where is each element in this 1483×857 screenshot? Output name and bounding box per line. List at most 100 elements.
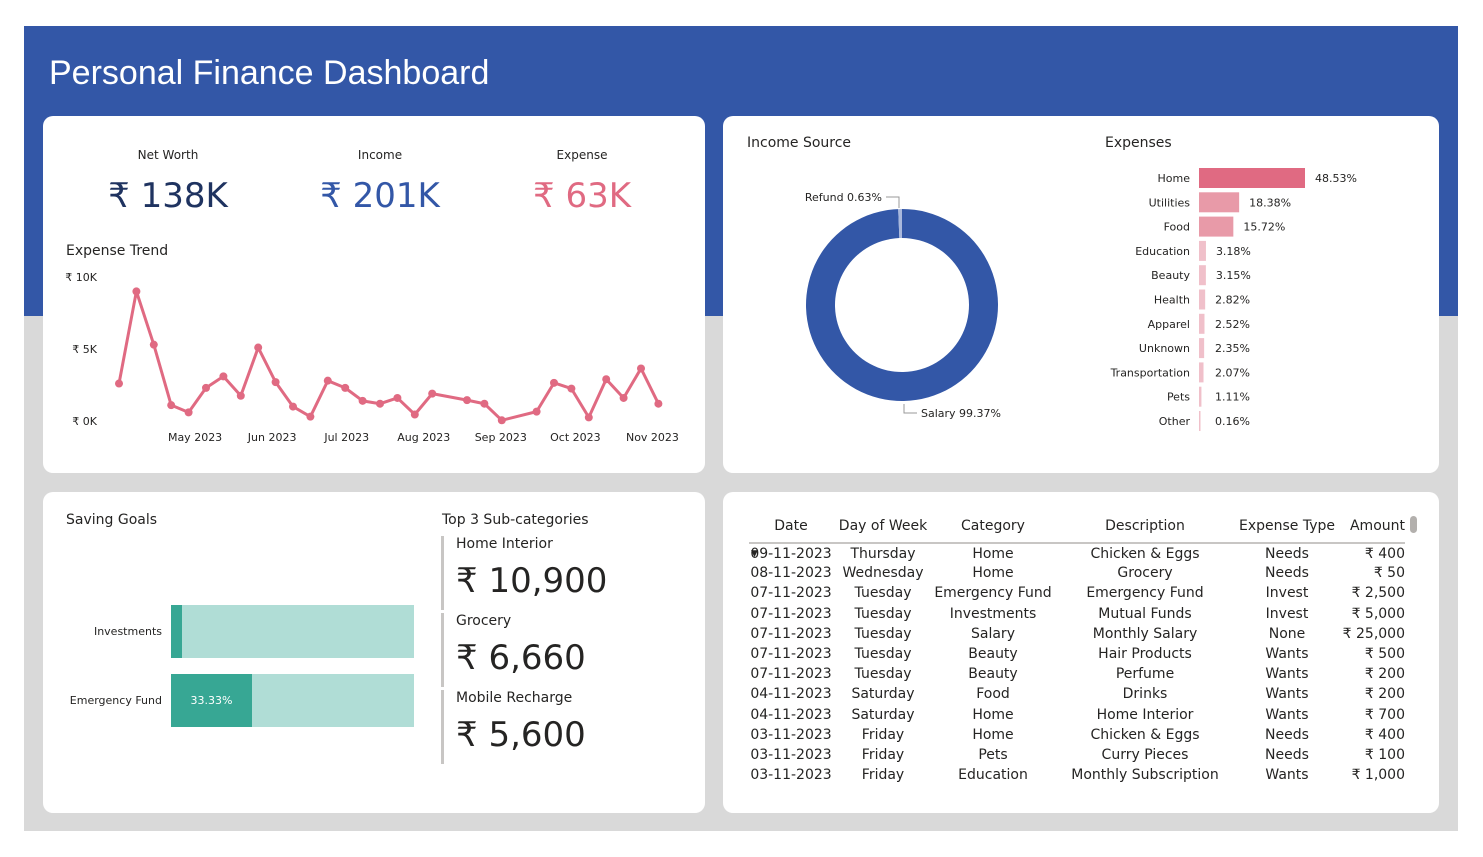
expense-category-label: Health bbox=[1154, 294, 1190, 307]
column-header-label: Description bbox=[1105, 518, 1185, 534]
expense-bar-label: 1.11% bbox=[1215, 391, 1250, 404]
table-cell: Wants bbox=[1265, 706, 1309, 723]
column-header-label: Category bbox=[961, 518, 1025, 534]
table-row[interactable]: 03-11-2023 Friday Pets Curry Pieces Needs ₹ 1… bbox=[749, 745, 1405, 765]
top-sub-title: Top 3 Sub-categories bbox=[442, 512, 589, 528]
table-cell: Emergency Fund bbox=[934, 585, 1052, 602]
table-cell: 09-11-2023 bbox=[750, 545, 832, 562]
top-sub-item: Mobile Recharge ₹ 5,600 bbox=[441, 690, 586, 764]
table-cell: 07-11-2023 bbox=[750, 625, 832, 642]
column-header[interactable]: Description bbox=[1053, 514, 1237, 544]
transactions-card: Date ▼ Day of Week Category Description Expen… bbox=[723, 492, 1439, 813]
expense-point bbox=[167, 401, 176, 410]
table-cell: ₹ 25,000 bbox=[1342, 625, 1405, 642]
expense-point bbox=[550, 378, 558, 387]
x-tick-label: Oct 2023 bbox=[550, 431, 601, 444]
expense-category-label: Apparel bbox=[1148, 318, 1190, 331]
expense-bar-label: 2.07% bbox=[1215, 366, 1250, 379]
expense-point bbox=[289, 402, 297, 411]
y-tick-label: ₹ 0K bbox=[72, 415, 97, 428]
table-row[interactable]: 07-11-2023 Tuesday Beauty Hair Products Want… bbox=[749, 644, 1405, 664]
table-cell: Salary bbox=[971, 625, 1015, 642]
table-row[interactable]: 07-11-2023 Tuesday Salary Monthly Salary Non… bbox=[749, 624, 1405, 644]
column-header[interactable]: Category bbox=[933, 514, 1053, 544]
expense-point bbox=[202, 383, 210, 392]
expense-bar-label: 0.16% bbox=[1215, 415, 1250, 428]
expense-point bbox=[567, 384, 576, 393]
table-cell: Needs bbox=[1265, 565, 1309, 582]
table-cell: Needs bbox=[1265, 746, 1309, 763]
table-row[interactable]: 03-11-2023 Friday Education Monthly Subscri… bbox=[749, 765, 1405, 785]
transactions-table: Date ▼ Day of Week Category Description Expen… bbox=[749, 514, 1405, 785]
expense-bar-label: 2.35% bbox=[1215, 342, 1250, 355]
table-cell: Drinks bbox=[1122, 686, 1168, 703]
y-tick-label: ₹ 10K bbox=[65, 271, 97, 284]
table-cell: 07-11-2023 bbox=[750, 646, 832, 663]
table-cell: Friday bbox=[861, 726, 905, 743]
column-header[interactable]: Expense Type bbox=[1237, 514, 1337, 544]
expense-trend-chart: ₹ 0K ₹ 5K ₹ 10K May 2023 Jun 2023 Jul 2023 Aug… bbox=[65, 271, 679, 444]
table-cell: Saturday bbox=[851, 686, 915, 703]
expense-point bbox=[132, 287, 141, 296]
column-header[interactable]: Amount bbox=[1337, 514, 1405, 544]
refund-label: Refund 0.63% bbox=[805, 191, 882, 204]
table-cell: Education bbox=[958, 767, 1028, 784]
expense-point bbox=[619, 393, 628, 402]
table-row[interactable]: 07-11-2023 Tuesday Investments Mutual Funds… bbox=[749, 604, 1405, 624]
refund-leader bbox=[886, 196, 900, 208]
table-cell: ₹ 1,000 bbox=[1351, 767, 1405, 784]
expense-bar bbox=[1199, 265, 1206, 286]
table-cell: Emergency Fund bbox=[1086, 585, 1204, 602]
table-row[interactable]: 09-11-2023 Thursday Home Chicken & Eggs Need… bbox=[749, 543, 1405, 563]
goal-label: Emergency Fund bbox=[69, 694, 162, 707]
expense-point bbox=[584, 413, 593, 422]
table-cell: Home Interior bbox=[1096, 706, 1194, 723]
table-row[interactable]: 03-11-2023 Friday Home Chicken & Eggs Needs ₹… bbox=[749, 725, 1405, 745]
table-cell: ₹ 5,000 bbox=[1351, 605, 1405, 622]
table-cell: Thursday bbox=[850, 545, 916, 562]
expense-point bbox=[410, 410, 419, 419]
column-header-label: Date bbox=[774, 518, 808, 534]
table-cell: ₹ 50 bbox=[1373, 565, 1405, 582]
table-cell: 03-11-2023 bbox=[750, 746, 832, 763]
saving-goals-title: Saving Goals bbox=[66, 512, 158, 528]
expense-category-label: Food bbox=[1164, 221, 1190, 234]
table-cell: Home bbox=[972, 565, 1014, 582]
table-scrollbar[interactable] bbox=[1410, 516, 1417, 533]
table-row[interactable]: 08-11-2023 Wednesday Home Grocery Needs ₹ 50 bbox=[749, 563, 1405, 583]
top-sub-item: Grocery ₹ 6,660 bbox=[441, 613, 586, 687]
table-row[interactable]: 07-11-2023 Tuesday Emergency Fund Emergency… bbox=[749, 583, 1405, 603]
salary-label: Salary 99.37% bbox=[921, 407, 1001, 420]
table-cell: Home bbox=[972, 545, 1014, 562]
table-cell: Wants bbox=[1265, 666, 1309, 683]
income-expense-card: Income Source Expenses Refund 0.63% Salar… bbox=[723, 116, 1439, 473]
top-sub-value: ₹ 6,660 bbox=[456, 638, 586, 678]
table-cell: Tuesday bbox=[854, 646, 912, 663]
expense-bar bbox=[1199, 386, 1202, 407]
expense-point bbox=[219, 372, 228, 381]
expense-point bbox=[323, 376, 332, 385]
table-cell: ₹ 400 bbox=[1364, 726, 1405, 743]
top-sub-name: Home Interior bbox=[456, 536, 553, 552]
table-cell: Friday bbox=[861, 767, 905, 784]
column-header[interactable]: Date ▼ bbox=[749, 514, 833, 559]
saving-goals-card: Saving Goals Investments Emergency Fund 33… bbox=[43, 492, 705, 813]
table-cell: Invest bbox=[1265, 605, 1309, 622]
table-cell: 07-11-2023 bbox=[750, 666, 832, 683]
sort-desc-icon[interactable]: ▼ bbox=[751, 549, 758, 559]
expense-point bbox=[480, 399, 489, 408]
table-cell: Monthly Subscription bbox=[1071, 767, 1219, 784]
top-sub-name: Grocery bbox=[456, 613, 512, 629]
table-row[interactable]: 04-11-2023 Saturday Home Home Interior Wants… bbox=[749, 705, 1405, 725]
column-header[interactable]: Day of Week bbox=[833, 514, 933, 544]
table-row[interactable]: 04-11-2023 Saturday Food Drinks Wants ₹ 200 bbox=[749, 684, 1405, 704]
table-row[interactable]: 07-11-2023 Tuesday Beauty Perfume Wants ₹ 200 bbox=[749, 664, 1405, 684]
table-cell: Needs bbox=[1265, 726, 1309, 743]
expense-category-label: Home bbox=[1158, 172, 1191, 185]
expense-bar-label: 18.38% bbox=[1249, 196, 1291, 209]
expense-point bbox=[654, 399, 663, 408]
table-cell: Pets bbox=[978, 746, 1008, 763]
expense-bar bbox=[1199, 338, 1205, 359]
table-cell: Hair Products bbox=[1098, 646, 1192, 663]
x-tick-label: Sep 2023 bbox=[475, 431, 527, 444]
